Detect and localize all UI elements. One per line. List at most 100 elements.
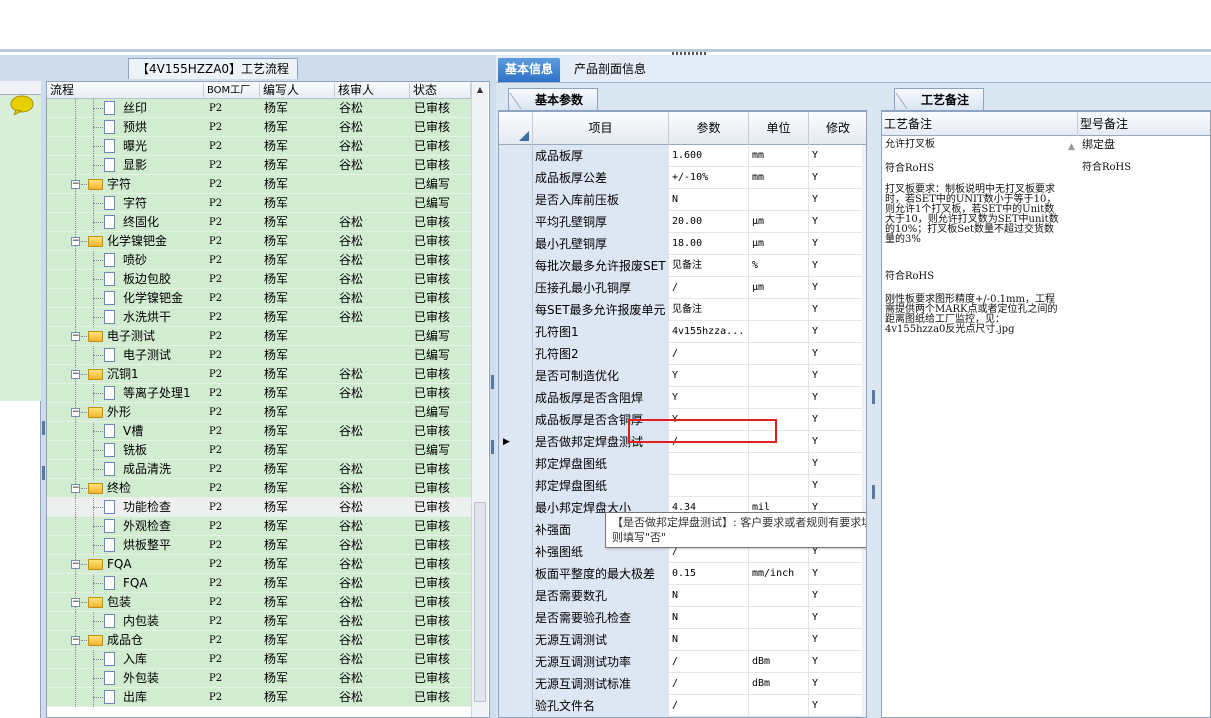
- col-header-bom-factory[interactable]: BOM工厂: [204, 83, 260, 99]
- tree-row[interactable]: 等离子处理1 P2 杨军 谷松 已审核: [47, 384, 471, 403]
- param-row[interactable]: 邦定焊盘图纸 Y: [499, 475, 865, 497]
- param-modify-cell[interactable]: Y: [809, 607, 865, 629]
- row-header[interactable]: [499, 695, 533, 717]
- param-modify-cell[interactable]: Y: [809, 475, 865, 497]
- row-header[interactable]: [499, 453, 533, 475]
- tree-row[interactable]: 铣板 P2 杨军 已编写: [47, 441, 471, 460]
- param-value-cell[interactable]: Y: [669, 387, 749, 409]
- tree-row[interactable]: 内包装 P2 杨军 谷松 已审核: [47, 612, 471, 631]
- param-unit-cell[interactable]: μm: [749, 211, 809, 233]
- param-value-cell[interactable]: 见备注: [669, 299, 749, 321]
- param-row[interactable]: 压接孔最小孔铜厚 / μm Y: [499, 277, 865, 299]
- param-value-cell[interactable]: /: [669, 651, 749, 673]
- collapse-toggle-icon[interactable]: −: [71, 636, 80, 645]
- param-unit-cell[interactable]: [749, 299, 809, 321]
- param-value-cell[interactable]: 0.15: [669, 563, 749, 585]
- row-header[interactable]: [499, 673, 533, 695]
- param-value-cell[interactable]: N: [669, 629, 749, 651]
- tab-basic-info[interactable]: 基本信息: [498, 58, 561, 82]
- param-unit-cell[interactable]: [749, 189, 809, 211]
- param-row[interactable]: 平均孔壁铜厚 20.00 μm Y: [499, 211, 865, 233]
- param-row[interactable]: 最小孔壁铜厚 18.00 μm Y: [499, 233, 865, 255]
- tree-row[interactable]: 功能检查 P2 杨军 谷松 已审核: [47, 498, 471, 517]
- param-unit-cell[interactable]: mm: [749, 167, 809, 189]
- collapse-toggle-icon[interactable]: −: [71, 180, 80, 189]
- process-note-5[interactable]: 刚性板要求图形精度+/-0.1mm，工程需提供两个MARK点或者定位孔之间的距离…: [885, 295, 1063, 335]
- param-unit-cell[interactable]: [749, 453, 809, 475]
- param-unit-cell[interactable]: [749, 387, 809, 409]
- param-modify-cell[interactable]: Y: [809, 343, 865, 365]
- tree-row[interactable]: 曝光 P2 杨军 谷松 已审核: [47, 137, 471, 156]
- tree-row[interactable]: 出库 P2 杨军 谷松 已审核: [47, 688, 471, 707]
- scroll-up-arrow-icon[interactable]: ▲: [472, 82, 488, 98]
- param-value-cell[interactable]: N: [669, 585, 749, 607]
- param-value-cell[interactable]: 20.00: [669, 211, 749, 233]
- tree-row[interactable]: − 终检 P2 杨军 谷松 已审核: [47, 479, 471, 498]
- param-value-cell[interactable]: /: [669, 673, 749, 695]
- process-note-4[interactable]: 符合RoHS: [885, 272, 1063, 282]
- process-note-1[interactable]: 允许打叉板: [885, 140, 1063, 150]
- param-row[interactable]: 是否可制造优化 Y Y: [499, 365, 865, 387]
- tree-row[interactable]: − 电子测试 P2 杨军 已编写: [47, 327, 471, 346]
- param-modify-cell[interactable]: Y: [809, 651, 865, 673]
- param-unit-cell[interactable]: [749, 343, 809, 365]
- param-row[interactable]: 孔符图2/ Y: [499, 343, 865, 365]
- row-header[interactable]: [499, 541, 533, 563]
- col-header-process-notes[interactable]: 工艺备注: [882, 112, 1078, 136]
- param-unit-cell[interactable]: dBm: [749, 651, 809, 673]
- row-header[interactable]: [499, 233, 533, 255]
- row-header[interactable]: [499, 629, 533, 651]
- tree-row[interactable]: 终固化 P2 杨军 谷松 已审核: [47, 213, 471, 232]
- param-row[interactable]: 是否入库前压板 N Y: [499, 189, 865, 211]
- param-value-cell[interactable]: /: [669, 343, 749, 365]
- param-value-cell[interactable]: [669, 453, 749, 475]
- param-value-cell[interactable]: +/-10%: [669, 167, 749, 189]
- tree-row[interactable]: 板边包胶 P2 杨军 谷松 已审核: [47, 270, 471, 289]
- row-header[interactable]: [499, 497, 533, 519]
- param-unit-cell[interactable]: dBm: [749, 673, 809, 695]
- param-modify-cell[interactable]: Y: [809, 695, 865, 717]
- param-modify-cell[interactable]: Y: [809, 233, 865, 255]
- param-modify-cell[interactable]: Y: [809, 299, 865, 321]
- param-row[interactable]: 验孔文件名 / Y: [499, 695, 865, 717]
- tree-row[interactable]: 字符 P2 杨军 已编写: [47, 194, 471, 213]
- param-value-cell[interactable]: [669, 475, 749, 497]
- param-unit-cell[interactable]: mm: [749, 145, 809, 167]
- param-modify-cell[interactable]: Y: [809, 365, 865, 387]
- subtab-basic-params[interactable]: 基本参数: [508, 88, 599, 110]
- param-value-cell[interactable]: N: [669, 607, 749, 629]
- tree-row[interactable]: 预烘 P2 杨军 谷松 已审核: [47, 118, 471, 137]
- collapse-toggle-icon[interactable]: −: [71, 484, 80, 493]
- process-note-2[interactable]: 符合RoHS: [885, 164, 1063, 174]
- tree-row[interactable]: − FQA P2 杨军 谷松 已审核: [47, 555, 471, 574]
- param-row[interactable]: 成品板厚是否含阻焊 Y Y: [499, 387, 865, 409]
- param-unit-cell[interactable]: [749, 321, 809, 343]
- param-row[interactable]: 成品板厚 1.600 mm Y: [499, 145, 865, 167]
- col-header-reviewer[interactable]: 核审人: [335, 83, 410, 99]
- param-modify-cell[interactable]: Y: [809, 431, 865, 453]
- param-row[interactable]: 每SET最多允许报废单元 见备注 Y: [499, 299, 865, 321]
- right-splitter[interactable]: [868, 85, 880, 718]
- param-modify-cell[interactable]: Y: [809, 387, 865, 409]
- param-unit-cell[interactable]: [749, 475, 809, 497]
- row-header[interactable]: [499, 167, 533, 189]
- row-header[interactable]: [499, 255, 533, 277]
- subtab-process-notes[interactable]: 工艺备注: [894, 88, 985, 110]
- col-header-status[interactable]: 状态: [410, 83, 471, 99]
- tree-row[interactable]: 外观检查 P2 杨军 谷松 已审核: [47, 517, 471, 536]
- row-header[interactable]: [499, 409, 533, 431]
- param-value-cell[interactable]: 1.600: [669, 145, 749, 167]
- param-modify-cell[interactable]: Y: [809, 453, 865, 475]
- param-value-cell[interactable]: Y: [669, 365, 749, 387]
- row-header[interactable]: [499, 211, 533, 233]
- param-row[interactable]: 孔符图1 4v155hzza... Y: [499, 321, 865, 343]
- tree-row[interactable]: V槽 P2 杨军 谷松 已审核: [47, 422, 471, 441]
- param-modify-cell[interactable]: Y: [809, 189, 865, 211]
- param-row[interactable]: 无源互调测试功率 / dBm Y: [499, 651, 865, 673]
- param-row[interactable]: 每批次最多允许报废SET 见备注% Y: [499, 255, 865, 277]
- param-unit-cell[interactable]: [749, 695, 809, 717]
- row-header[interactable]: [499, 519, 533, 541]
- tree-row[interactable]: − 外形 P2 杨军 已编写: [47, 403, 471, 422]
- param-modify-cell[interactable]: Y: [809, 409, 865, 431]
- tree-row[interactable]: 丝印 P2 杨军 谷松 已审核: [47, 99, 471, 118]
